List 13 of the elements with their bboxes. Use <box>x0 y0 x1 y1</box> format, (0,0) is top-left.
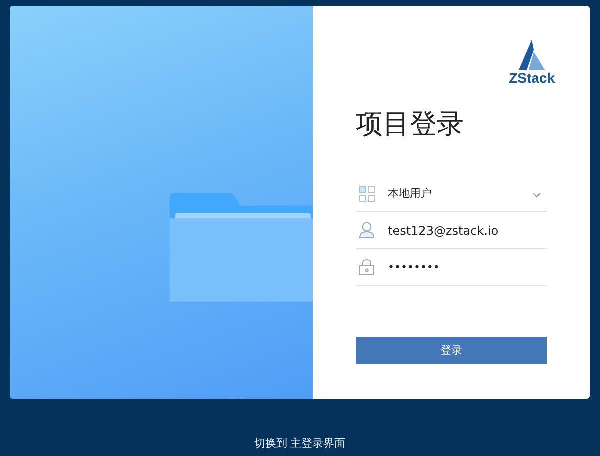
user-type-select[interactable]: 本地用户 <box>388 187 533 200</box>
logo-icon <box>519 40 546 70</box>
password-field[interactable]: •••••••• <box>388 261 547 274</box>
lock-icon <box>359 259 375 276</box>
switch-login-link[interactable]: 切换到 主登录界面 <box>254 436 346 451</box>
grid-icon <box>359 186 375 202</box>
username-field[interactable]: test123@zstack.io <box>388 224 547 238</box>
user-icon <box>359 222 375 239</box>
logo-text: ZStack <box>509 70 555 86</box>
page-title: 项目登录 <box>356 108 465 142</box>
folder-icon <box>168 192 313 303</box>
login-button[interactable]: 登录 <box>356 337 547 364</box>
chevron-down-icon <box>533 193 541 198</box>
